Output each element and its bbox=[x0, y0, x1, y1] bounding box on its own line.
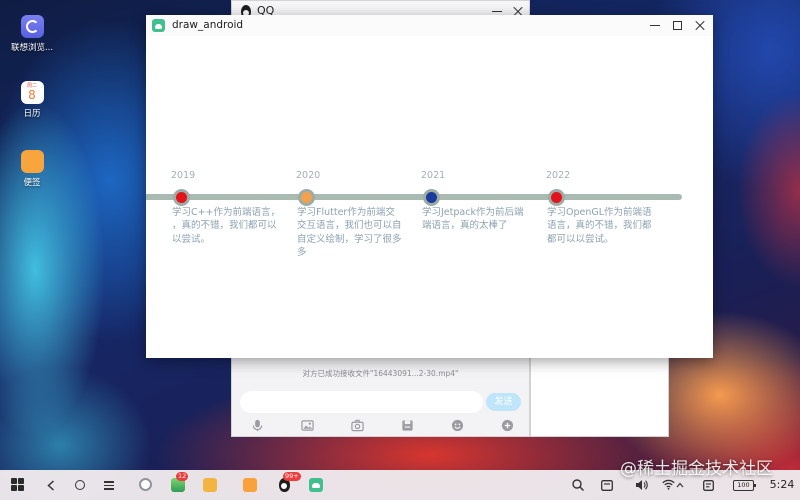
send-button[interactable]: 发送 bbox=[486, 393, 521, 411]
desktop-icon-browser[interactable]: 联想浏览... bbox=[8, 15, 56, 54]
watermark: @稀土掘金技术社区 bbox=[620, 459, 773, 479]
calendar-icon: 周二 8 bbox=[20, 81, 44, 104]
timeline-description: 学习Flutter作为前端交 交互语言，我们也可以自 自定义绘制，学习了很多 多 bbox=[297, 206, 402, 260]
draw-android-window[interactable]: draw_android 2019 学习C++作为前端语言， ，真的不错，我们都… bbox=[146, 15, 713, 358]
window-title: draw_android bbox=[172, 19, 244, 31]
timeline-dot bbox=[176, 192, 187, 203]
plus-icon[interactable] bbox=[501, 419, 514, 432]
description-line: 交互语言，我们也可以自 bbox=[297, 220, 402, 232]
timeline-dot bbox=[301, 192, 312, 203]
back-icon[interactable] bbox=[47, 479, 55, 491]
timeline-dot bbox=[551, 192, 562, 203]
maximize-button[interactable] bbox=[673, 21, 682, 30]
description-line: 多 bbox=[297, 247, 307, 259]
description-line: 以尝试。 bbox=[172, 233, 211, 245]
file-manager-app-icon[interactable] bbox=[203, 478, 217, 492]
timeline-axis bbox=[146, 194, 682, 200]
browser-icon bbox=[20, 15, 44, 38]
timeline-year: 2020 bbox=[296, 170, 321, 181]
timeline-node bbox=[298, 189, 315, 206]
home-icon[interactable] bbox=[75, 480, 85, 490]
notes-app-icon[interactable] bbox=[243, 478, 257, 492]
description-line: 语言，真的不错，我们都 bbox=[547, 220, 652, 232]
start-grid-icon[interactable] bbox=[11, 478, 24, 491]
timeline-year: 2022 bbox=[546, 170, 571, 181]
window-titlebar[interactable]: draw_android bbox=[146, 15, 713, 36]
file-icon[interactable] bbox=[401, 419, 414, 432]
messaging-badge: 12 bbox=[176, 472, 189, 481]
description-line: 端语言，真的太棒了 bbox=[422, 220, 508, 232]
timeline-node bbox=[548, 189, 565, 206]
search-icon[interactable] bbox=[572, 479, 584, 491]
description-line: 学习Flutter作为前端交 bbox=[297, 207, 395, 218]
notification-icon[interactable] bbox=[702, 479, 714, 491]
screen-icon[interactable] bbox=[601, 479, 613, 491]
message-input[interactable] bbox=[240, 391, 483, 413]
desktop-icon-calendar[interactable]: 周二 8 日历 bbox=[8, 81, 56, 120]
camera-icon[interactable] bbox=[350, 419, 364, 432]
timeline-description: 学习Jetpack作为前后端 端语言，真的太棒了 bbox=[422, 206, 523, 233]
qq-badge: 99+ bbox=[283, 472, 301, 481]
image-icon[interactable] bbox=[300, 419, 314, 432]
timeline-dot bbox=[426, 192, 437, 203]
description-line: 学习Jetpack作为前后端 bbox=[422, 207, 524, 218]
notes-icon bbox=[20, 150, 44, 173]
draw-android-app-icon bbox=[152, 19, 165, 32]
emoji-icon[interactable] bbox=[451, 419, 464, 432]
timeline-description: 学习OpenGL作为前端语 语言，真的不错，我们都 都可以以尝试。 bbox=[547, 206, 652, 246]
chevron-up-icon[interactable] bbox=[676, 482, 684, 488]
desktop-icon-label: 联想浏览... bbox=[10, 43, 54, 53]
draw-android-app-icon[interactable] bbox=[309, 478, 323, 492]
description-line: 学习OpenGL作为前端语 bbox=[547, 207, 652, 218]
qq-minimize-button[interactable] bbox=[492, 11, 502, 12]
recents-icon[interactable] bbox=[104, 480, 114, 490]
description-line: 学习C++作为前端语言， bbox=[172, 207, 281, 218]
calendar-day: 8 bbox=[28, 88, 36, 102]
desktop-icon-label: 便签 bbox=[23, 178, 41, 188]
desktop-icon-notes[interactable]: 便签 bbox=[8, 150, 56, 189]
timeline-node bbox=[173, 189, 190, 206]
description-line: 都可以以尝试。 bbox=[547, 233, 614, 245]
browser-app-icon[interactable] bbox=[139, 478, 152, 491]
volume-icon[interactable] bbox=[635, 479, 648, 491]
timeline-year: 2021 bbox=[421, 170, 446, 181]
description-line: 自定义绘制，学习了很多 bbox=[297, 233, 402, 245]
timeline-description: 学习C++作为前端语言， ，真的不错，我们都可以 以尝试。 bbox=[172, 206, 280, 246]
battery-indicator[interactable]: 100 bbox=[733, 479, 756, 491]
minimize-button[interactable] bbox=[650, 25, 660, 26]
browser-ring bbox=[25, 20, 39, 33]
timeline-node bbox=[423, 189, 440, 206]
wifi-icon[interactable] bbox=[662, 479, 675, 490]
desktop-icon-label: 日历 bbox=[23, 109, 41, 119]
close-button[interactable] bbox=[695, 20, 705, 30]
description-line: ，真的不错，我们都可以 bbox=[172, 220, 277, 232]
file-received-status: 对方已成功接收文件"16443091...2-30.mp4" bbox=[302, 369, 459, 378]
timeline-year: 2019 bbox=[171, 170, 196, 181]
mic-icon[interactable] bbox=[251, 419, 264, 432]
